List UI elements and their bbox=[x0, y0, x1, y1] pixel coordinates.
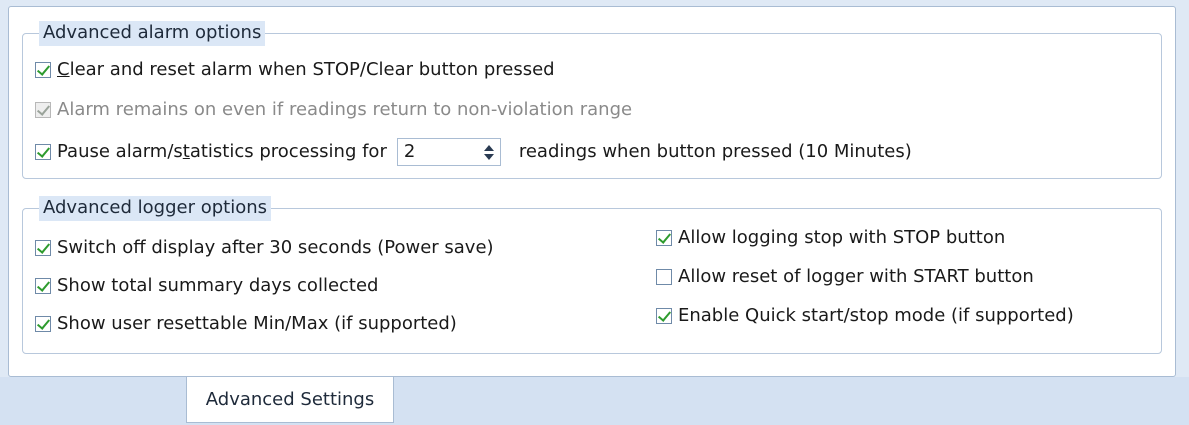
alarm-options-title: Advanced alarm options bbox=[39, 21, 266, 46]
alarm-options-group: Advanced alarm options Clear and reset a… bbox=[22, 21, 1162, 179]
logger-options-title: Advanced logger options bbox=[39, 196, 271, 221]
logger-option-left-1[interactable]: Switch off display after 30 seconds (Pow… bbox=[35, 236, 494, 260]
pause-readings-suffix: readings when button pressed (10 Minutes… bbox=[518, 141, 912, 162]
min-max-checkbox[interactable] bbox=[35, 316, 51, 332]
pause-readings-spinner[interactable]: 2 bbox=[396, 138, 501, 166]
logger-option-left-3[interactable]: Show user resettable Min/Max (if support… bbox=[35, 312, 457, 336]
summary-days-checkbox[interactable] bbox=[35, 278, 51, 294]
spinner-arrows[interactable] bbox=[478, 139, 500, 165]
spin-down-icon[interactable] bbox=[483, 153, 494, 160]
summary-days-label: Show total summary days collected bbox=[57, 275, 379, 296]
tab-advanced-settings[interactable]: Advanced Settings bbox=[186, 377, 394, 423]
logger-option-right-3[interactable]: Enable Quick start/stop mode (if support… bbox=[656, 304, 1074, 328]
clear-reset-alarm-checkbox[interactable] bbox=[35, 62, 51, 78]
tab-advanced-settings-label: Advanced Settings bbox=[205, 389, 375, 410]
clear-reset-alarm-label: Clear and reset alarm when STOP/Clear bu… bbox=[57, 58, 555, 82]
clear-reset-accelerator: C bbox=[57, 59, 70, 80]
allow-stop-checkbox[interactable] bbox=[656, 230, 672, 246]
logger-option-right-1[interactable]: Allow logging stop with STOP button bbox=[656, 226, 1005, 250]
min-max-label: Show user resettable Min/Max (if support… bbox=[57, 313, 457, 334]
tab-strip: Advanced Settings bbox=[0, 377, 1189, 425]
spin-up-icon[interactable] bbox=[483, 144, 494, 151]
allow-reset-checkbox[interactable] bbox=[656, 269, 672, 285]
pause-readings-value[interactable]: 2 bbox=[398, 140, 478, 164]
pause-accelerator: t bbox=[182, 141, 190, 162]
clear-reset-alarm-option[interactable]: Clear and reset alarm when STOP/Clear bu… bbox=[35, 58, 555, 82]
power-save-checkbox[interactable] bbox=[35, 240, 51, 256]
alarm-remains-label: Alarm remains on even if readings return… bbox=[57, 99, 633, 120]
power-save-label: Switch off display after 30 seconds (Pow… bbox=[57, 237, 494, 258]
pause-label-pre: Pause alarm/s bbox=[57, 141, 183, 162]
pause-processing-checkbox[interactable] bbox=[35, 144, 51, 160]
logger-options-group: Advanced logger options Switch off displ… bbox=[22, 196, 1162, 354]
pause-processing-option[interactable]: Pause alarm/statistics processing for 2 … bbox=[35, 138, 912, 166]
clear-reset-label-rest: lear and reset alarm when STOP/Clear but… bbox=[69, 59, 555, 80]
allow-stop-label: Allow logging stop with STOP button bbox=[678, 227, 1006, 248]
quick-start-checkbox[interactable] bbox=[656, 308, 672, 324]
quick-start-label: Enable Quick start/stop mode (if support… bbox=[678, 305, 1074, 326]
logger-option-left-2[interactable]: Show total summary days collected bbox=[35, 274, 378, 298]
alarm-remains-option[interactable]: Alarm remains on even if readings return… bbox=[35, 98, 632, 122]
alarm-remains-checkbox[interactable] bbox=[35, 102, 51, 118]
logger-option-right-2[interactable]: Allow reset of logger with START button bbox=[656, 265, 1034, 289]
allow-reset-label: Allow reset of logger with START button bbox=[678, 266, 1034, 287]
pause-processing-label: Pause alarm/statistics processing for bbox=[57, 140, 387, 164]
settings-window: Advanced alarm options Clear and reset a… bbox=[0, 0, 1189, 425]
pause-label-post: atistics processing for bbox=[189, 141, 387, 162]
settings-panel: Advanced alarm options Clear and reset a… bbox=[8, 6, 1176, 377]
